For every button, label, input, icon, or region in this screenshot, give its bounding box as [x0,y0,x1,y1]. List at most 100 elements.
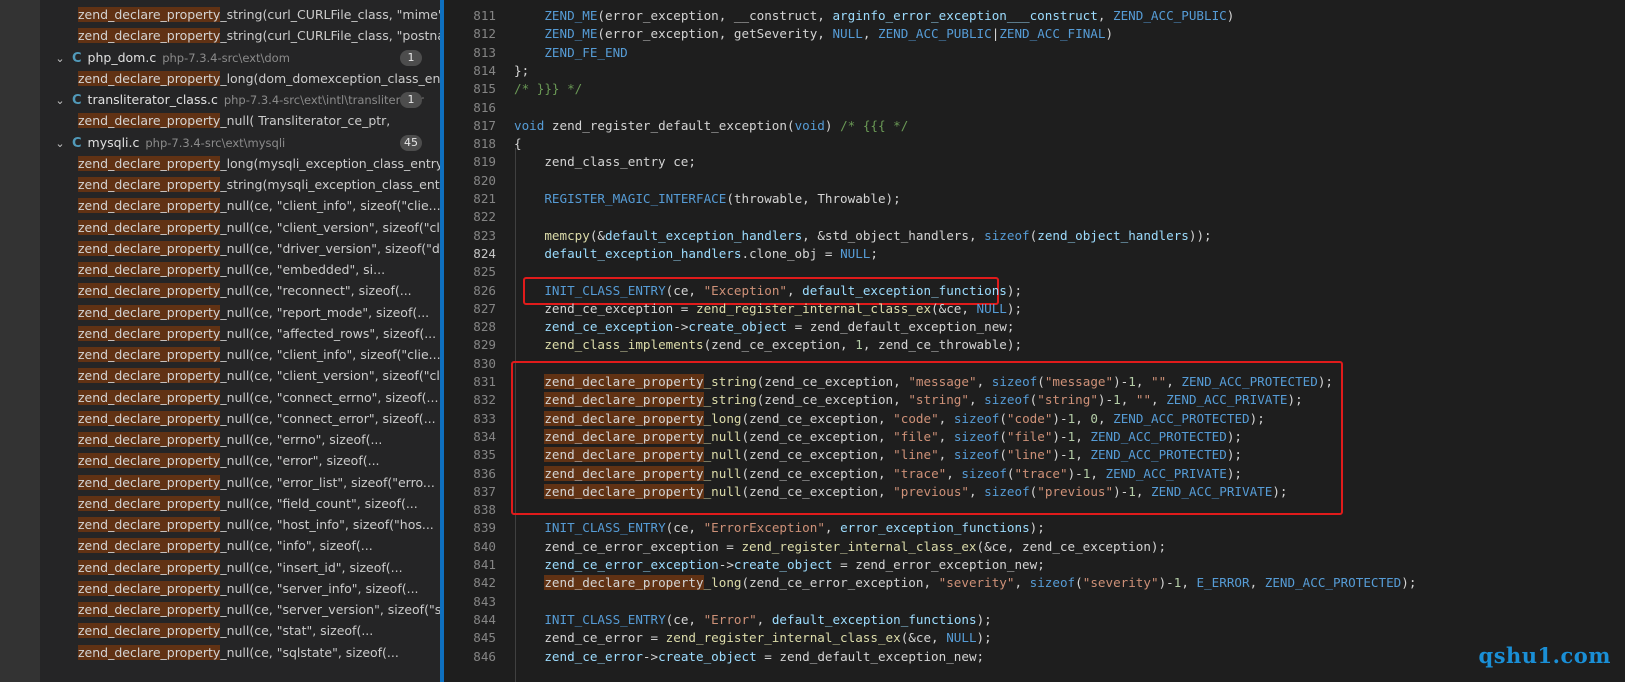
line-number: 815 [473,81,496,97]
code-line[interactable]: 831 zend_declare_property_string(zend_ce… [444,372,1625,391]
code-token: NULL [946,630,977,646]
code-line[interactable]: 839 INIT_CLASS_ENTRY(ce, "ErrorException… [444,518,1625,537]
code-line[interactable]: 838 [444,500,1625,519]
code-line[interactable]: 819 zend_class_entry ce; [444,152,1625,171]
code-line[interactable]: 842 zend_declare_property_long(zend_ce_e… [444,573,1625,592]
match-highlight: zend_declare_property [78,453,221,469]
code-line[interactable]: 834 zend_declare_property_null(zend_ce_e… [444,427,1625,446]
code-line[interactable]: 837 zend_declare_property_null(zend_ce_e… [444,482,1625,501]
code-line[interactable]: 821 REGISTER_MAGIC_INTERFACE(throwable, … [444,189,1625,208]
code-line[interactable]: 841 zend_ce_error_exception->create_obje… [444,555,1625,574]
code-token: create_object [658,648,757,664]
search-match-item[interactable]: zend_declare_property_null(ce, "error_li… [40,472,440,494]
code-line[interactable]: 813 ZEND_FE_END [444,43,1625,62]
search-match-item[interactable]: zend_declare_property_null(ce, "connect_… [40,408,440,430]
search-match-item[interactable]: zend_declare_property_null(ce, "field_co… [40,493,440,515]
code-line[interactable]: 840 zend_ce_error_exception = zend_regis… [444,537,1625,556]
code-line[interactable]: 814}; [444,61,1625,80]
search-match-item[interactable]: zend_declare_property_null(ce, "insert_i… [40,557,440,579]
search-match-item[interactable]: zend_declare_property_null( Transliterat… [40,110,440,132]
chevron-down-icon[interactable]: ⌄ [52,90,68,111]
chevron-down-icon[interactable]: ⌄ [52,133,68,154]
code-token: /* {{{ */ [840,117,909,133]
line-number: 830 [473,355,496,371]
search-match-item[interactable]: zend_declare_property_null(ce, "driver_v… [40,238,440,260]
search-file-group[interactable]: ⌄ Cphp_dom.c php-7.3.4-src\ext\dom 1 [40,47,440,69]
search-match-item[interactable]: zend_declare_property_null(ce, "reconnec… [40,280,440,302]
code-line[interactable]: 843 [444,592,1625,611]
code-line[interactable]: 815 /* }}} */ [444,79,1625,98]
search-file-group[interactable]: ⌄ Ctransliterator_class.c php-7.3.4-src\ex… [40,89,440,111]
code-line[interactable]: 824 default_exception_handlers.clone_obj… [444,244,1625,263]
code-editor[interactable]: 811 ZEND_ME(error_exception, __construct… [444,0,1625,682]
code-line[interactable]: 832 zend_declare_property_string(zend_ce… [444,390,1625,409]
search-file-group[interactable]: ⌄ Cmysqli.c php-7.3.4-src\ext\mysqli 45 [40,132,440,154]
search-match-item[interactable]: zend_declare_property_null(ce, "errno", … [40,429,440,451]
code-line[interactable]: 827 zend_ce_exception = zend_register_in… [444,299,1625,318]
code-line[interactable]: 846 zend_ce_error->create_object = zend_… [444,647,1625,666]
search-match-item[interactable]: zend_declare_property_long(dom_domexcept… [40,68,440,90]
code-line[interactable]: 835 zend_declare_property_null(zend_ce_e… [444,445,1625,464]
code-line[interactable]: 836 zend_declare_property_null(zend_ce_e… [444,464,1625,483]
code-line[interactable]: 825 [444,262,1625,281]
code-line[interactable]: 826 INIT_CLASS_ENTRY(ce, "Exception", de… [444,281,1625,300]
search-match-item[interactable]: zend_declare_property_null(ce, "client_v… [40,365,440,387]
code-line[interactable]: 820 [444,171,1625,190]
search-match-item[interactable]: zend_declare_property_null(ce, "connect_… [40,387,440,409]
code-token: INIT_CLASS_ENTRY [544,282,666,298]
search-match-item[interactable]: zend_declare_property_null(ce, "info", s… [40,535,440,557]
search-match-item[interactable]: zend_declare_property_null(ce, "host_inf… [40,514,440,536]
code-token: default_exception_functions [802,282,1007,298]
search-match-item[interactable]: zend_declare_property_null(ce, "client_v… [40,217,440,239]
search-match-item[interactable]: zend_declare_property_string(curl_CURLFi… [40,4,440,26]
code-token: (zend_ce_exception, [741,447,894,463]
code-line[interactable]: 812 ZEND_ME(error_exception, getSeverity… [444,24,1625,43]
search-match-item[interactable]: zend_declare_property_null(ce, "client_i… [40,195,440,217]
code-line[interactable]: 817 void zend_register_default_exception(… [444,116,1625,135]
match-context: _null(ce, "server_version", sizeof("serv… [220,602,440,617]
search-match-item[interactable]: zend_declare_property_null(ce, "stat", s… [40,620,440,642]
code-line[interactable]: 822 [444,207,1625,226]
code-line[interactable]: 845 zend_ce_error = zend_register_intern… [444,628,1625,647]
code-line[interactable]: 844 INIT_CLASS_ENTRY(ce, "Error", defaul… [444,610,1625,629]
code-token: , [968,483,985,499]
search-match-item[interactable]: zend_declare_property_string(curl_CURLFi… [40,25,440,47]
search-match-item[interactable]: zend_declare_property_null(ce, "server_i… [40,578,440,600]
code-line[interactable]: 816 [444,98,1625,117]
search-match-item[interactable]: zend_declare_property_long(mysqli_except… [40,153,440,175]
search-match-item[interactable]: zend_declare_property_null(ce, "report_m… [40,302,440,324]
chevron-down-icon[interactable]: ⌄ [52,48,68,69]
code-line[interactable]: 828 zend_ce_exception->create_object = z… [444,317,1625,336]
match-context: _null(ce, "affected_rows", sizeof(... [220,325,437,341]
code-line[interactable]: 829 zend_class_implements(zend_ce_except… [444,335,1625,354]
code-token: ); [1006,300,1023,316]
code-line[interactable]: 811 ZEND_ME(error_exception, __construct… [444,6,1625,25]
code-token: INIT_CLASS_ENTRY [544,520,666,536]
line-number: 845 [473,630,496,646]
code-line[interactable]: 833 zend_declare_property_long(zend_ce_e… [444,409,1625,428]
code-line[interactable]: 818 { [444,134,1625,153]
match-context: _null(ce, "sqlstate", sizeof(... [220,644,399,660]
code-line[interactable]: 823 memcpy(&default_exception_handlers, … [444,226,1625,245]
code-token: "" [1151,374,1167,389]
code-token: (zend_ce_exception, [703,337,856,353]
code-token: (zend_ce_exception, [741,410,894,426]
search-match-item[interactable]: zend_declare_property_null(ce, "error", … [40,450,440,472]
search-match-item[interactable]: zend_declare_property_null(ce, "affected… [40,323,440,345]
code-token: _null [703,447,742,463]
code-text: zend_ce_error_exception = zend_register_… [514,537,1166,556]
search-match-item[interactable]: zend_declare_property_string(mysqli_exce… [40,174,440,196]
code-text: zend_ce_error->create_object = zend_defa… [514,647,984,666]
search-match-item[interactable]: zend_declare_property_null(ce, "server_v… [40,599,440,621]
code-token: create_object [688,319,787,335]
search-match-item[interactable]: zend_declare_property_null(ce, "embedded… [40,259,440,281]
code-line[interactable]: 830 [444,354,1625,373]
code-token: "line" [893,447,939,463]
search-match-item[interactable]: zend_declare_property_null(ce, "client_i… [40,344,440,366]
search-match-item[interactable]: zend_declare_property_null(ce, "sqlstate… [40,642,440,664]
match-context: _null(ce, "error_list", sizeof("erro... [220,474,435,490]
